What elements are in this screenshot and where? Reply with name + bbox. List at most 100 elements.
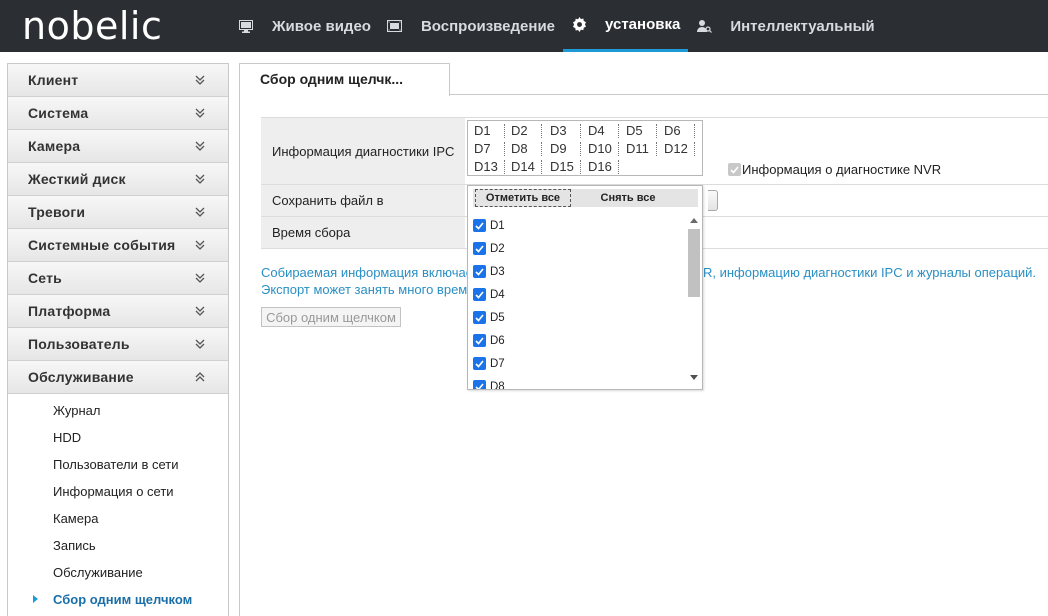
channel-checkbox-item[interactable]: D1: [468, 214, 684, 237]
sidebar-group-camera[interactable]: Камера: [8, 130, 228, 163]
one-click-collect-button[interactable]: Сбор одним щелчком: [261, 307, 401, 327]
channel-cell[interactable]: D13: [468, 158, 505, 176]
clear-all-button[interactable]: Снять все: [573, 189, 683, 207]
chevron-down-icon: [195, 339, 205, 349]
sidebar-item-label: Пользователи в сети: [53, 457, 179, 472]
channel-checkbox-item[interactable]: D5: [468, 306, 684, 329]
sidebar-item-hdd[interactable]: HDD: [8, 424, 228, 451]
channel-checkbox-label: D4: [490, 288, 505, 301]
select-all-button[interactable]: Отметить все: [475, 189, 571, 207]
checkbox-checked-icon[interactable]: [473, 357, 486, 370]
main-nav: Живое видео Воспроизведение установка Ин…: [230, 0, 883, 52]
checkbox-checked-icon[interactable]: [473, 242, 486, 255]
channel-cell[interactable]: D11: [620, 140, 657, 158]
nvr-diag-checkbox[interactable]: Информация о диагностике NVR: [728, 162, 941, 177]
channel-checkbox-item[interactable]: D3: [468, 260, 684, 283]
sidebar-item-label: Информация о сети: [53, 484, 174, 499]
channel-checkbox-item[interactable]: D8: [468, 375, 684, 390]
dropdown-header: Отметить все Снять все: [473, 189, 698, 207]
chevron-down-icon: [195, 306, 205, 316]
checkbox-checked-icon[interactable]: [473, 265, 486, 278]
sidebar-item-label: Камера: [53, 511, 99, 526]
channel-cell[interactable]: D9: [544, 140, 581, 158]
sidebar-group-label: Обслуживание: [28, 369, 134, 385]
channel-cell[interactable]: D10: [582, 140, 619, 158]
scroll-down-arrow-icon[interactable]: [690, 375, 698, 380]
sidebar-group-hdd[interactable]: Жесткий диск: [8, 163, 228, 196]
sidebar-group-label: Пользователь: [28, 336, 130, 352]
scroll-up-arrow-icon[interactable]: [690, 218, 698, 223]
sidebar-item-one-click-collect[interactable]: Сбор одним щелчком: [8, 586, 228, 613]
chevron-down-icon: [195, 141, 205, 151]
channel-checkbox-label: D6: [490, 334, 505, 347]
chevron-down-icon: [195, 207, 205, 217]
nav-setup[interactable]: установка: [563, 0, 689, 52]
channel-checkbox-label: D2: [490, 242, 505, 255]
sidebar-item-network-info[interactable]: Информация о сети: [8, 478, 228, 505]
tab-bar: Сбор одним щелчк...: [240, 63, 1048, 96]
channel-checkbox-label: D7: [490, 357, 505, 370]
channel-checkbox-item[interactable]: D2: [468, 237, 684, 260]
nav-intelligent[interactable]: Интеллектуальный: [688, 0, 882, 52]
chevron-up-icon: [195, 372, 205, 382]
checkbox-checked-icon[interactable]: [473, 380, 486, 389]
sidebar-item-label: Сбор одним щелчком: [53, 592, 193, 607]
channel-checkbox-label: D1: [490, 219, 505, 232]
sidebar-item-record[interactable]: Запись: [8, 532, 228, 559]
checkbox-checked-icon[interactable]: [473, 288, 486, 301]
channel-checkbox-item[interactable]: D4: [468, 283, 684, 306]
monitor-icon: [238, 18, 254, 34]
channel-cell[interactable]: D14: [505, 158, 542, 176]
sidebar-group-system[interactable]: Система: [8, 97, 228, 130]
channel-checkbox-item[interactable]: D6: [468, 329, 684, 352]
channel-cell[interactable]: D8: [505, 140, 542, 158]
sidebar-item-maintenance[interactable]: Обслуживание: [8, 559, 228, 586]
sidebar-group-user[interactable]: Пользователь: [8, 328, 228, 361]
save-to-label: Сохранить файл в: [261, 185, 465, 216]
info-line-1-start: Собираемая информация включае: [261, 265, 473, 280]
chevron-down-icon: [195, 108, 205, 118]
sidebar-group-network[interactable]: Сеть: [8, 262, 228, 295]
sidebar: Клиент Система Камера Жесткий диск Трево…: [7, 63, 229, 616]
checkbox-icon: [728, 163, 741, 176]
checkbox-checked-icon[interactable]: [473, 219, 486, 232]
nav-label: Интеллектуальный: [730, 17, 875, 35]
channel-cell[interactable]: D12: [658, 140, 695, 158]
nav-label: Воспроизведение: [420, 17, 556, 35]
sidebar-item-online-users[interactable]: Пользователи в сети: [8, 451, 228, 478]
tab-one-click-collect[interactable]: Сбор одним щелчк...: [240, 63, 450, 96]
sidebar-group-platform[interactable]: Платформа: [8, 295, 228, 328]
channel-cell[interactable]: D5: [620, 122, 657, 140]
save-path-select-button[interactable]: [708, 190, 718, 211]
checkbox-checked-icon[interactable]: [473, 311, 486, 324]
channel-cell[interactable]: D4: [582, 122, 619, 140]
checkbox-checked-icon[interactable]: [473, 334, 486, 347]
sidebar-group-label: Камера: [28, 138, 81, 154]
nav-playback[interactable]: Воспроизведение: [379, 0, 563, 52]
channel-cell[interactable]: D2: [505, 122, 542, 140]
info-line-2: Экспорт может занять много врем: [261, 282, 468, 297]
channel-checkbox-list: D1 D2 D3 D4 D5 D6 D7 D8: [468, 214, 684, 390]
sidebar-item-camera[interactable]: Камера: [8, 505, 228, 532]
channel-cell[interactable]: D1: [468, 122, 505, 140]
sidebar-group-label: Клиент: [28, 72, 79, 88]
channel-cell[interactable]: D15: [544, 158, 581, 176]
channel-checkbox-item[interactable]: D7: [468, 352, 684, 375]
nav-live-video[interactable]: Живое видео: [230, 0, 379, 52]
channel-cell[interactable]: D6: [658, 122, 695, 140]
scroll-thumb[interactable]: [688, 229, 700, 297]
gear-icon: [571, 17, 587, 33]
channel-grid[interactable]: D1 D2 D3 D4 D5 D6 D7 D8 D9 D10 D11 D12 D…: [467, 120, 703, 176]
channel-cell[interactable]: D3: [544, 122, 581, 140]
channel-cell[interactable]: D16: [582, 158, 619, 176]
sidebar-group-system-events[interactable]: Системные события: [8, 229, 228, 262]
sidebar-group-alarms[interactable]: Тревоги: [8, 196, 228, 229]
channel-cell[interactable]: D7: [468, 140, 505, 158]
dropdown-scrollbar[interactable]: [685, 214, 702, 386]
channel-checkbox-label: D8: [490, 380, 505, 390]
channel-checkbox-label: D5: [490, 311, 505, 324]
sidebar-group-maintenance[interactable]: Обслуживание: [8, 361, 228, 394]
logo: nobelic: [22, 4, 163, 48]
sidebar-item-log[interactable]: Журнал: [8, 397, 228, 424]
sidebar-group-client[interactable]: Клиент: [8, 64, 228, 97]
